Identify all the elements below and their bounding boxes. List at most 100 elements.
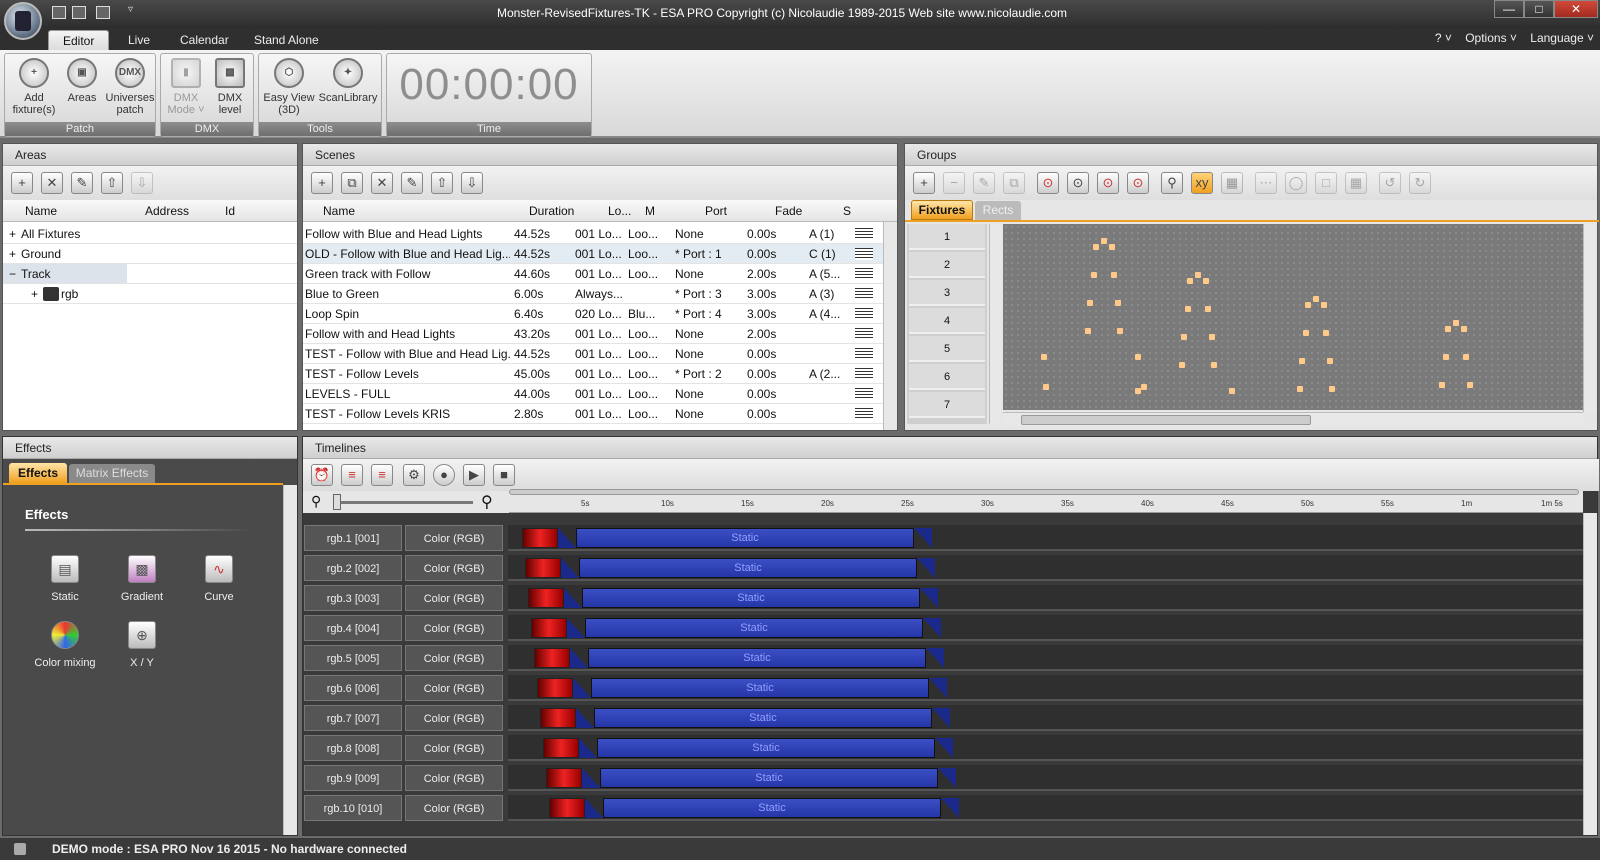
dmx-level-button[interactable]: ▩ DMX level: [209, 58, 251, 116]
static-effect-clip[interactable]: Static: [579, 558, 917, 578]
fixture-dot[interactable]: [1313, 296, 1319, 302]
record-icon[interactable]: ●: [433, 464, 455, 486]
fixture-dot[interactable]: [1209, 334, 1215, 340]
fade-in-clip[interactable]: [537, 678, 573, 698]
fixture-dot[interactable]: [1321, 302, 1327, 308]
fixture-dot[interactable]: [1091, 272, 1097, 278]
static-effect-clip[interactable]: Static: [591, 678, 929, 698]
track-name[interactable]: rgb.8 [008]: [304, 735, 402, 761]
add-tracks-icon[interactable]: ≡: [341, 464, 363, 486]
fixture-dot[interactable]: [1203, 278, 1209, 284]
fixture-dot[interactable]: [1087, 300, 1093, 306]
scan-library-button[interactable]: ✦ ScanLibrary: [317, 58, 379, 104]
minimize-button[interactable]: —: [1494, 0, 1524, 18]
language-menu[interactable]: Language ˅: [1530, 31, 1594, 45]
fixture-dot[interactable]: [1093, 244, 1099, 250]
move-up-icon[interactable]: ⇧: [431, 172, 453, 194]
track-type[interactable]: Color (RGB): [405, 525, 503, 551]
scroll-thumb[interactable]: [1021, 415, 1311, 425]
fixture-dot[interactable]: [1453, 320, 1459, 326]
fade-in-clip[interactable]: [528, 588, 564, 608]
track-type[interactable]: Color (RGB): [405, 735, 503, 761]
scene-row[interactable]: TEST - Follow with Blue and Head Lig... 4…: [303, 344, 883, 364]
scene-row[interactable]: Follow with Blue and Head Lights 44.52s 00…: [303, 224, 883, 244]
stop-icon[interactable]: ■: [493, 464, 515, 486]
scene-row[interactable]: LEVELS - FULL 44.00s 001 Lo... Loo... None 0.…: [303, 384, 883, 404]
redo-icon[interactable]: ↻: [1409, 172, 1431, 194]
tab-rects[interactable]: Rects: [975, 201, 1021, 220]
zoom-slider[interactable]: [333, 501, 473, 504]
track-lane[interactable]: Static: [508, 735, 1583, 761]
copy-scene-icon[interactable]: ⧉: [341, 172, 363, 194]
area-row-ground[interactable]: + Ground: [3, 244, 297, 264]
track-name[interactable]: rgb.6 [006]: [304, 675, 402, 701]
timelines-scrollbar[interactable]: [1583, 513, 1597, 835]
tab-live[interactable]: Live: [114, 30, 164, 50]
static-effect-clip[interactable]: Static: [576, 528, 914, 548]
add-fixtures-button[interactable]: + Add fixture(s): [7, 58, 61, 116]
circle-icon[interactable]: ◯: [1285, 172, 1307, 194]
track-type[interactable]: Color (RGB): [405, 645, 503, 671]
fixture-dot[interactable]: [1445, 326, 1451, 332]
group-list-scrollbar[interactable]: [989, 224, 1001, 424]
col-loop[interactable]: Lo...: [608, 204, 631, 218]
fixture-dot[interactable]: [1109, 244, 1115, 250]
delete-area-icon[interactable]: ✕: [41, 172, 63, 194]
fixture-dot[interactable]: [1467, 382, 1473, 388]
edit-group-icon[interactable]: ✎: [973, 172, 995, 194]
track-lane[interactable]: Static: [508, 675, 1583, 701]
fixture-dot[interactable]: [1299, 358, 1305, 364]
col-address[interactable]: Address: [129, 204, 189, 218]
tab-matrix-effects[interactable]: Matrix Effects: [69, 464, 155, 483]
matrix-icon[interactable]: ▦: [1345, 172, 1367, 194]
expander-icon[interactable]: +: [9, 247, 16, 261]
areas-button[interactable]: ▣ Areas: [61, 58, 103, 104]
fixture-dot[interactable]: [1305, 302, 1311, 308]
fixture-dot[interactable]: [1115, 300, 1121, 306]
select-pattern-3-icon[interactable]: ⊙: [1097, 172, 1119, 194]
maximize-button[interactable]: □: [1524, 0, 1554, 18]
static-effect-clip[interactable]: Static: [582, 588, 920, 608]
track-type[interactable]: Color (RGB): [405, 705, 503, 731]
static-effect-clip[interactable]: Static: [588, 648, 926, 668]
fixture-grid-hscrollbar[interactable]: [1003, 412, 1583, 426]
scene-row[interactable]: Blue to Green 6.00s Always... * Port : 3 3.0…: [303, 284, 883, 304]
static-effect-clip[interactable]: Static: [585, 618, 923, 638]
remove-group-icon[interactable]: −: [943, 172, 965, 194]
effect-xy[interactable]: ⊕ X / Y: [107, 621, 177, 669]
expander-icon[interactable]: +: [31, 287, 38, 301]
group-row-number[interactable]: 7: [909, 392, 985, 418]
fixture-dot[interactable]: [1117, 328, 1123, 334]
zoom-slider-thumb[interactable]: [333, 494, 341, 510]
group-row-number[interactable]: 2: [909, 252, 985, 278]
fixture-dot[interactable]: [1229, 388, 1235, 394]
fixture-dot[interactable]: [1463, 354, 1469, 360]
search-icon[interactable]: ⚲: [1161, 172, 1183, 194]
move-down-icon[interactable]: ⇩: [131, 172, 153, 194]
move-down-icon[interactable]: ⇩: [461, 172, 483, 194]
group-row-number[interactable]: 1: [909, 224, 985, 250]
select-pattern-4-icon[interactable]: ⊙: [1127, 172, 1149, 194]
group-row-number[interactable]: 4: [909, 308, 985, 334]
add-area-icon[interactable]: +: [11, 172, 33, 194]
track-name[interactable]: rgb.7 [007]: [304, 705, 402, 731]
fixture-layout-grid[interactable]: [1003, 224, 1583, 410]
fixture-grid-vscrollbar[interactable]: [1583, 224, 1597, 412]
record-settings-icon[interactable]: ⚙: [403, 464, 425, 486]
fixture-dot[interactable]: [1179, 362, 1185, 368]
track-lane[interactable]: Static: [508, 645, 1583, 671]
scene-row[interactable]: TEST - Follow Levels KRIS 2.80s 001 Lo... L…: [303, 404, 883, 424]
col-name[interactable]: Name: [323, 204, 355, 218]
track-name[interactable]: rgb.10 [010]: [304, 795, 402, 821]
effect-gradient[interactable]: ▩ Gradient: [107, 555, 177, 603]
tab-editor[interactable]: Editor: [48, 30, 110, 50]
fade-in-clip[interactable]: [531, 618, 567, 638]
effect-color-mixing[interactable]: Color mixing: [23, 621, 107, 669]
dmx-mode-button[interactable]: ▮ DMX Mode ˅: [165, 58, 207, 116]
fixture-dot[interactable]: [1185, 306, 1191, 312]
fade-in-clip[interactable]: [546, 768, 582, 788]
tab-effects[interactable]: Effects: [9, 463, 67, 483]
track-type[interactable]: Color (RGB): [405, 555, 503, 581]
fixture-dot[interactable]: [1101, 238, 1107, 244]
help-menu[interactable]: ? ˅: [1435, 31, 1452, 45]
